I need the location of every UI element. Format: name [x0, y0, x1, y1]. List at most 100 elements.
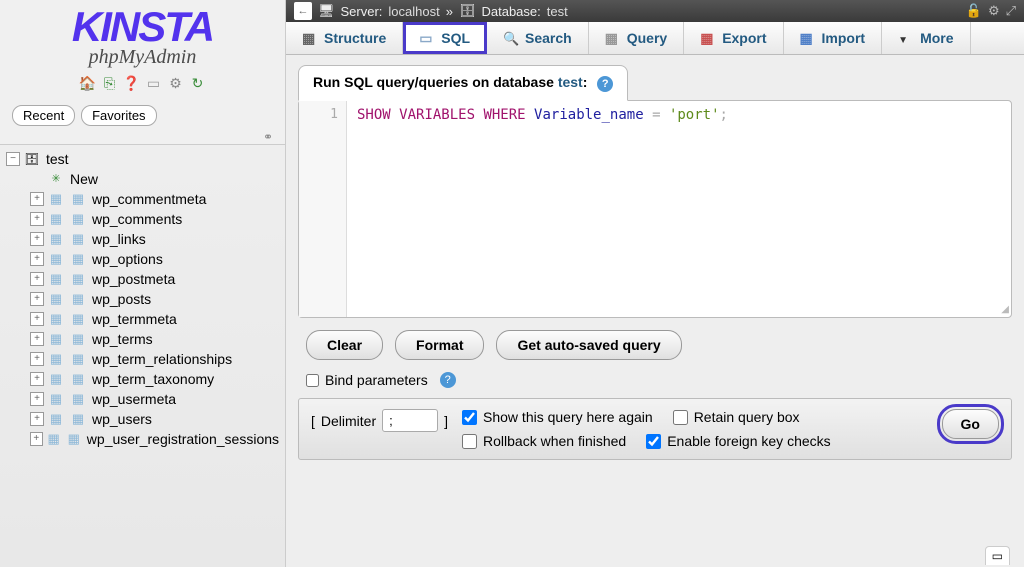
bind-checkbox[interactable] — [306, 374, 319, 387]
table-icon — [70, 271, 86, 287]
table-icon — [48, 311, 64, 327]
content-area: Run SQL query/queries on database test: … — [286, 55, 1024, 567]
tree-new-row[interactable]: New — [0, 169, 285, 189]
recent-tab[interactable]: Recent — [12, 105, 75, 126]
database-icon: 🗄 — [459, 3, 476, 19]
table-label: wp_termmeta — [92, 311, 177, 327]
tree-table-row[interactable]: + wp_commentmeta — [0, 189, 285, 209]
table-icon — [70, 231, 86, 247]
table-label: wp_commentmeta — [92, 191, 206, 207]
tree-table-row[interactable]: +wp_user_registration_sessions — [0, 429, 285, 449]
expand-icon[interactable]: + — [30, 192, 44, 206]
expand-icon[interactable]: + — [30, 292, 44, 306]
tree-table-row[interactable]: +wp_postmeta — [0, 269, 285, 289]
tree-table-row[interactable]: + wp_terms — [0, 329, 285, 349]
fk-checkbox[interactable] — [646, 434, 661, 449]
server-icon: 🖥 — [318, 3, 335, 19]
tree-table-row[interactable]: +wp_users — [0, 409, 285, 429]
checkbox-grid: Show this query here again Retain query … — [462, 409, 831, 449]
table-label: wp_terms — [92, 331, 153, 347]
tree-table-row[interactable]: + wp_usermeta — [0, 389, 285, 409]
tree-db-row[interactable]: − test — [0, 149, 285, 169]
bc-server-link[interactable]: localhost — [388, 4, 439, 19]
main-tabs: Structure SQL Search Query Export Import… — [286, 22, 1024, 55]
table-icon — [48, 191, 64, 207]
expand-icon[interactable]: + — [30, 372, 44, 386]
expand-icon[interactable]: + — [30, 332, 44, 346]
sql-editor[interactable]: 1 SHOW VARIABLES WHERE Variable_name = '… — [298, 100, 1012, 318]
collapse-icon[interactable]: − — [6, 152, 20, 166]
show-again-checkbox[interactable] — [462, 410, 477, 425]
expand-icon[interactable]: + — [30, 232, 44, 246]
tab-import[interactable]: Import — [784, 22, 883, 54]
autosaved-button[interactable]: Get auto-saved query — [496, 330, 681, 360]
expand-icon[interactable]: + — [30, 412, 44, 426]
home-icon[interactable]: 🏠 — [79, 75, 97, 93]
resize-handle-icon[interactable]: ◢ — [1001, 304, 1009, 315]
refresh-icon[interactable]: ↻ — [189, 75, 207, 93]
tree-table-row[interactable]: +wp_links — [0, 229, 285, 249]
format-button[interactable]: Format — [395, 330, 484, 360]
table-icon — [70, 331, 86, 347]
chevron-down-icon — [898, 30, 914, 46]
expand-icon[interactable]: + — [30, 312, 44, 326]
tab-more[interactable]: More — [882, 22, 970, 54]
execute-bar: [ Delimiter ] Show this query here again… — [298, 398, 1012, 460]
table-icon — [70, 291, 86, 307]
tab-structure[interactable]: Structure — [286, 22, 403, 54]
line-gutter: 1 — [299, 101, 347, 317]
bc-db-link[interactable]: test — [547, 4, 568, 19]
expand-icon[interactable]: + — [30, 272, 44, 286]
clear-button[interactable]: Clear — [306, 330, 383, 360]
tree-table-row[interactable]: + wp_options — [0, 249, 285, 269]
expand-icon[interactable]: + — [30, 432, 43, 446]
tab-query[interactable]: Query — [589, 22, 684, 54]
console-toggle[interactable]: ▭ — [985, 546, 1010, 565]
rollback-checkbox[interactable] — [462, 434, 477, 449]
help-icon[interactable]: ? — [597, 76, 613, 92]
sidebar-tabs: Recent Favorites — [0, 101, 285, 130]
docs-icon[interactable]: ❓ — [123, 75, 141, 93]
bind-label: Bind parameters — [325, 372, 428, 388]
overscroll-icon[interactable]: ⤢ — [1006, 3, 1016, 19]
table-icon — [67, 431, 81, 447]
favorites-tab[interactable]: Favorites — [81, 105, 156, 126]
table-icon — [48, 211, 64, 227]
table-icon — [47, 431, 61, 447]
logout-icon[interactable]: ⎘ — [101, 75, 119, 93]
tree-table-row[interactable]: + wp_term_taxonomy — [0, 369, 285, 389]
table-label: wp_term_taxonomy — [92, 371, 214, 387]
expand-icon[interactable]: + — [30, 392, 44, 406]
tree-table-row[interactable]: +wp_posts — [0, 289, 285, 309]
expand-icon[interactable]: + — [30, 252, 44, 266]
link-chain-icon[interactable]: ⚭ — [0, 130, 285, 144]
tab-sql[interactable]: SQL — [403, 22, 487, 54]
tree-table-row[interactable]: +wp_comments — [0, 209, 285, 229]
query-db-link[interactable]: test — [558, 74, 583, 90]
tab-export[interactable]: Export — [684, 22, 783, 54]
tree-table-row[interactable]: +wp_term_relationships — [0, 349, 285, 369]
tab-search[interactable]: Search — [487, 22, 589, 54]
go-button[interactable]: Go — [942, 409, 999, 439]
table-icon — [70, 251, 86, 267]
delimiter-input[interactable] — [382, 409, 438, 432]
logo-area: KINSTA phpMyAdmin 🏠 ⎘ ❓ ▭ ⚙ ↻ — [0, 0, 285, 101]
retain-checkbox[interactable] — [673, 410, 688, 425]
export-icon — [700, 30, 716, 46]
expand-icon[interactable]: + — [30, 212, 44, 226]
table-icon — [48, 371, 64, 387]
expand-icon[interactable]: + — [30, 352, 44, 366]
help-icon[interactable]: ? — [440, 372, 456, 388]
nav-back-icon[interactable]: ← — [294, 2, 312, 20]
delimiter-label: Delimiter — [321, 413, 376, 429]
table-label: wp_usermeta — [92, 391, 176, 407]
sql-code[interactable]: SHOW VARIABLES WHERE Variable_name = 'po… — [347, 101, 738, 317]
gear-icon[interactable]: ⚙ — [988, 3, 1000, 19]
sql-icon[interactable]: ▭ — [145, 75, 163, 93]
lock-icon[interactable]: 🔓 — [966, 3, 982, 19]
table-label: wp_options — [92, 251, 163, 267]
table-icon — [70, 191, 86, 207]
table-icon — [48, 331, 64, 347]
tree-table-row[interactable]: + wp_termmeta — [0, 309, 285, 329]
settings-icon[interactable]: ⚙ — [167, 75, 185, 93]
